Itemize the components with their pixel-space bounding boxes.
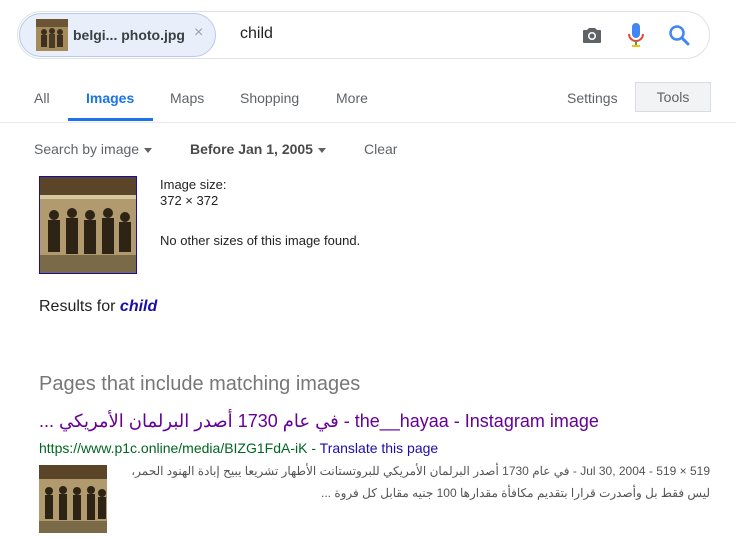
tab-images[interactable]: Images xyxy=(86,90,134,106)
results-for-term[interactable]: child xyxy=(120,298,157,315)
tools-button[interactable]: Tools xyxy=(635,82,711,112)
caret-down-icon xyxy=(144,147,153,153)
result-title-link[interactable]: ... في عام 1730 أصدر البرلمان الأمريكي -… xyxy=(39,411,599,432)
clear-filter-link[interactable]: Clear xyxy=(364,141,397,157)
result-snippet-line-2: ليس فقط بل وأصدرت قرارا بتقديم مكافأة مق… xyxy=(321,486,710,500)
microphone-icon[interactable] xyxy=(625,21,647,49)
header-divider xyxy=(0,122,736,123)
result-thumbnail[interactable] xyxy=(39,465,107,533)
image-size-label: Image size: xyxy=(160,177,227,192)
result-url-text: https://www.p1c.online/media/BIZG1FdA-iK xyxy=(39,440,308,456)
chip-filename: belgi... photo.jpg xyxy=(73,27,185,43)
settings-link[interactable]: Settings xyxy=(567,90,618,106)
image-size-value: 372 × 372 xyxy=(160,193,219,208)
tab-more[interactable]: More xyxy=(336,90,368,106)
query-image-thumbnail[interactable] xyxy=(39,176,137,274)
search-by-image-dropdown[interactable]: Search by image xyxy=(34,141,153,157)
search-by-label: Search by image xyxy=(34,141,140,157)
camera-icon[interactable] xyxy=(580,23,604,47)
url-separator: - xyxy=(307,440,320,456)
date-filter-dropdown[interactable]: Before Jan 1, 2005 xyxy=(190,141,326,157)
chip-thumbnail xyxy=(36,19,68,51)
translate-link[interactable]: Translate this page xyxy=(320,440,439,456)
results-for-heading: Results for child xyxy=(39,298,157,316)
search-icon[interactable] xyxy=(668,24,690,46)
tab-shopping[interactable]: Shopping xyxy=(240,90,299,106)
caret-down-icon xyxy=(317,147,326,153)
result-url: https://www.p1c.online/media/BIZG1FdA-iK… xyxy=(39,440,438,456)
active-tab-indicator xyxy=(68,118,153,121)
tab-all[interactable]: All xyxy=(34,90,50,106)
results-for-prefix: Results for xyxy=(39,298,120,315)
chip-close-icon[interactable]: × xyxy=(194,24,203,42)
search-input[interactable]: child xyxy=(240,25,273,43)
no-other-sizes-text: No other sizes of this image found. xyxy=(160,233,361,248)
tab-maps[interactable]: Maps xyxy=(170,90,204,106)
date-filter-label: Before Jan 1, 2005 xyxy=(190,141,313,157)
result-snippet-line-1: 519 × 519 - Jul 30, 2004 - في عام 1730 أ… xyxy=(131,464,710,478)
section-title: Pages that include matching images xyxy=(39,373,361,395)
